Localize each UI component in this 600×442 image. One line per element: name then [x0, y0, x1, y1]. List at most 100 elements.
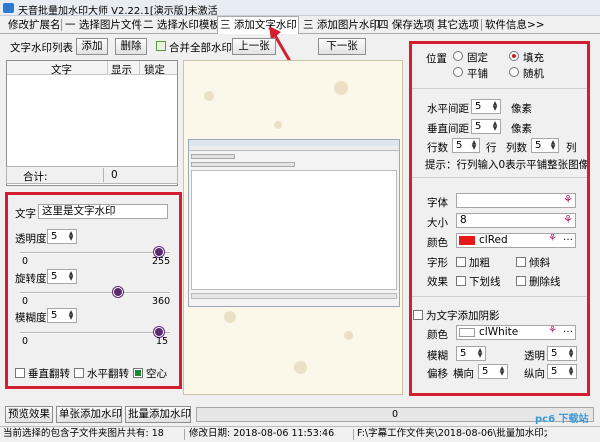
preview-button[interactable]: 预览效果: [5, 406, 53, 423]
blur-min: 0: [22, 336, 29, 347]
vspace-unit: 像素: [511, 123, 532, 135]
app-icon: [3, 3, 14, 13]
color-dropdown-icon[interactable]: ⚘: [548, 233, 557, 244]
vertical-flip-checkbox[interactable]: [15, 368, 25, 378]
position-fill-label: 填充: [523, 52, 544, 64]
hspace-unit: 像素: [511, 103, 532, 115]
hollow-checkbox[interactable]: [133, 368, 143, 378]
window-title: 天音批量加水印大师 V2.22.1[演示版]未激活: [18, 6, 218, 17]
shadow-checkbox[interactable]: [413, 310, 423, 320]
merge-all-watermarks[interactable]: 合并全部水印: [169, 40, 232, 55]
rows-spin[interactable]: 5 ▲ ▼: [452, 138, 480, 153]
tab-select-images[interactable]: 一 选择图片文件: [63, 17, 144, 33]
next-image-button[interactable]: 下一张: [318, 38, 366, 55]
underline-label: 下划线: [469, 276, 501, 288]
watermark-list-label: 文字水印列表: [10, 42, 73, 54]
color-label: 颜色: [427, 237, 448, 249]
blur-max: 15: [156, 336, 169, 347]
size-picker-icon[interactable]: ⚘: [563, 213, 573, 226]
underline-checkbox[interactable]: [456, 276, 466, 286]
size-input[interactable]: 8: [456, 213, 576, 228]
cols-unit: 列: [566, 142, 577, 154]
highlight-left-panel: [5, 192, 182, 389]
font-input[interactable]: [456, 193, 576, 208]
opacity-min: 0: [22, 256, 29, 267]
horizontal-flip-label: 水平翻转: [87, 368, 129, 380]
shadow-alpha-spin[interactable]: 5 ▲ ▼: [547, 346, 577, 361]
shadow-color-value: clWhite: [479, 326, 519, 338]
total-value: 0: [111, 169, 118, 181]
title-bar: 天音批量加水印大师 V2.22.1[演示版]未激活: [0, 0, 600, 17]
tab-rename-ext[interactable]: 修改扩展名: [6, 17, 63, 33]
delete-button[interactable]: 删除: [115, 38, 147, 55]
shadow-color-label: 颜色: [427, 329, 448, 341]
hspace-spin[interactable]: 5 ▲ ▼: [471, 99, 501, 114]
blur-label: 模糊度: [15, 312, 47, 324]
column-header-text: 文字: [51, 64, 72, 76]
opacity-slider[interactable]: [20, 252, 170, 254]
opacity-spin[interactable]: 5 ▲ ▼: [47, 229, 77, 244]
italic-checkbox[interactable]: [516, 257, 526, 267]
list-footer: 合计: 0: [6, 166, 178, 184]
rows-label: 行数: [427, 142, 448, 154]
blur-slider[interactable]: [20, 332, 170, 334]
offset-label: 偏移: [427, 368, 448, 380]
watermark-text-input[interactable]: 这里是文字水印: [38, 204, 168, 219]
shadow-blur-spin[interactable]: 5 ▲ ▼: [456, 346, 486, 361]
font-label: 字体: [427, 197, 448, 209]
tab-add-image-watermark[interactable]: 三 添加图片水印: [301, 17, 382, 33]
hollow-label: 空心: [146, 368, 167, 380]
prev-image-button[interactable]: 上一张: [232, 38, 276, 55]
batch-add-button[interactable]: 批量添加水印: [125, 406, 191, 423]
effect-label: 效果: [427, 276, 448, 288]
position-label: 位置: [426, 53, 447, 65]
shadow-blur-label: 模糊: [427, 350, 448, 362]
rotate-slider-thumb[interactable]: [113, 287, 123, 297]
position-tile-radio[interactable]: [453, 67, 463, 77]
rotate-spin[interactable]: 5 ▲ ▼: [47, 269, 77, 284]
horizontal-flip-checkbox[interactable]: [74, 368, 84, 378]
shadow-label: 为文字添加阴影: [426, 310, 500, 322]
status-bar: 当前选择的包含子文件夹图片共有: 18 修改日期: 2018-08-06 11:…: [0, 426, 600, 442]
size-label: 大小: [427, 217, 448, 229]
cols-label: 列数: [506, 142, 527, 154]
position-fixed-label: 固定: [467, 52, 488, 64]
strikethrough-label: 删除线: [529, 276, 561, 288]
tab-save-options[interactable]: 四 保存选项: [376, 17, 436, 33]
rotate-max: 360: [152, 296, 171, 307]
opacity-label: 透明度: [15, 233, 47, 245]
offset-h-label: 横向: [453, 368, 474, 380]
offset-v-spin[interactable]: 5 ▲ ▼: [547, 364, 577, 379]
image-preview[interactable]: [183, 60, 403, 395]
rotate-slider[interactable]: [20, 292, 170, 294]
font-picker-icon[interactable]: ⚘: [563, 193, 573, 206]
position-random-radio[interactable]: [509, 67, 519, 77]
vspace-spin[interactable]: 5 ▲ ▼: [471, 119, 501, 134]
strikethrough-checkbox[interactable]: [516, 276, 526, 286]
status-subfolders: 当前选择的包含子文件夹图片共有: 18: [3, 428, 164, 439]
blur-spin[interactable]: 5 ▲ ▼: [47, 308, 77, 323]
more-icon[interactable]: …: [563, 232, 573, 243]
position-fixed-radio[interactable]: [453, 51, 463, 61]
total-label: 合计:: [23, 171, 48, 183]
tab-software-info[interactable]: 软件信息>>: [483, 17, 547, 33]
cols-spin[interactable]: 5 ▲ ▼: [531, 138, 559, 153]
status-path: F:\字幕工作文件夹\2018-08-06\批量加水印大师\2018-08-06…: [357, 428, 547, 439]
shadow-color-picker[interactable]: clWhite ⚘ …: [456, 324, 576, 340]
shadow-alpha-label: 透明: [524, 350, 545, 362]
bold-checkbox[interactable]: [456, 257, 466, 267]
position-random-label: 随机: [523, 68, 544, 80]
position-fill-radio[interactable]: [509, 51, 519, 61]
shadow-more-icon[interactable]: …: [563, 324, 573, 335]
site-watermark: pc6 下载站: [535, 414, 589, 425]
hspace-label: 水平间距: [427, 103, 469, 115]
tab-other-options[interactable]: 其它选项: [435, 17, 481, 33]
offset-v-label: 纵向: [524, 368, 545, 380]
offset-h-spin[interactable]: 5 ▲ ▼: [478, 364, 508, 379]
add-button[interactable]: 添加: [76, 38, 108, 55]
color-picker[interactable]: clRed ⚘ …: [456, 232, 576, 248]
shadow-color-dropdown-icon[interactable]: ⚘: [548, 325, 557, 336]
tab-select-template[interactable]: 二 选择水印模板: [141, 17, 222, 33]
single-add-button[interactable]: 单张添加水印: [56, 406, 122, 423]
text-label: 文字: [15, 208, 36, 220]
